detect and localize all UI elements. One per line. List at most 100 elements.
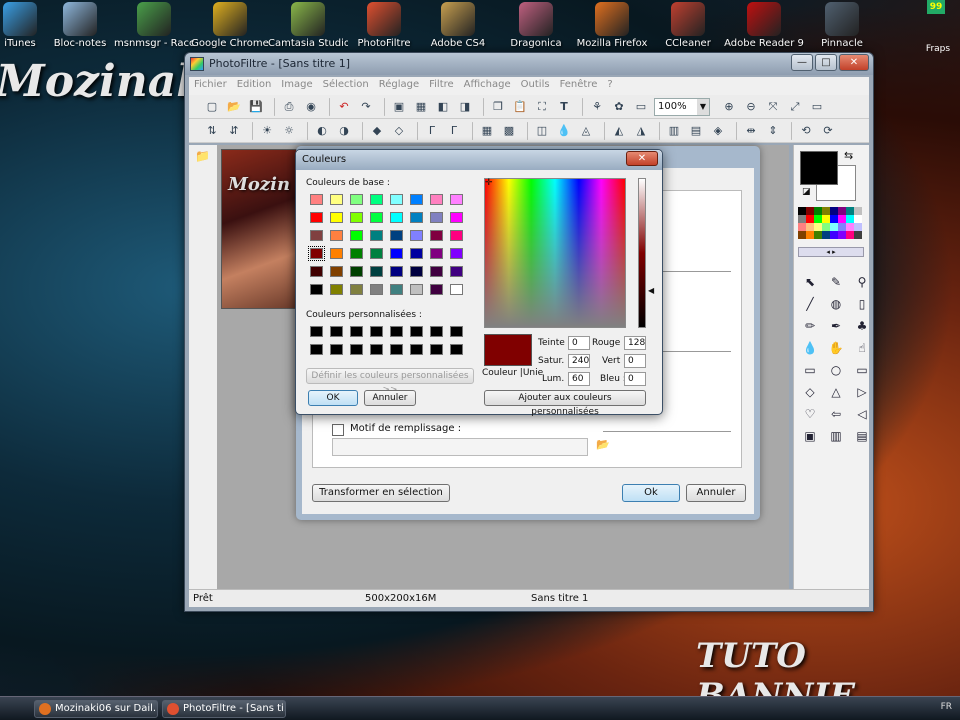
- custom-color-swatch[interactable]: [370, 344, 383, 355]
- basic-color-swatch[interactable]: [310, 230, 323, 241]
- negative-icon[interactable]: ◈: [709, 122, 727, 140]
- custom-color-swatch[interactable]: [310, 326, 323, 337]
- tool-icon[interactable]: ⚲: [852, 273, 872, 291]
- taskbar-button[interactable]: Mozinaki06 sur Dail...: [34, 700, 158, 718]
- color-spectrum[interactable]: [484, 178, 626, 328]
- basic-color-swatch[interactable]: [430, 266, 443, 277]
- palette-swatch[interactable]: [830, 223, 838, 231]
- palette-swatch[interactable]: [806, 231, 814, 239]
- menu-item[interactable]: Affichage: [459, 77, 516, 92]
- actual-size-icon[interactable]: ⤢: [786, 98, 804, 116]
- tool-icon[interactable]: ◍: [826, 295, 846, 313]
- red-input[interactable]: 128: [624, 336, 646, 350]
- basic-color-swatch[interactable]: [390, 266, 403, 277]
- basic-color-swatch[interactable]: [390, 284, 403, 295]
- crop-icon[interactable]: ⛶: [533, 98, 551, 116]
- basic-color-swatch[interactable]: [370, 212, 383, 223]
- basic-color-swatch[interactable]: [410, 248, 423, 259]
- palette-swatch[interactable]: [846, 207, 854, 215]
- desktop-icon[interactable]: Google Chrome: [190, 2, 270, 49]
- redo-icon[interactable]: ↷: [357, 98, 375, 116]
- palette-swatch[interactable]: [814, 215, 822, 223]
- basic-color-swatch[interactable]: [370, 266, 383, 277]
- tree-icon[interactable]: ⚘: [588, 98, 606, 116]
- transform-selection-button[interactable]: Transformer en sélection: [312, 484, 450, 502]
- custom-color-swatch[interactable]: [390, 326, 403, 337]
- motif-path-field[interactable]: [332, 438, 588, 456]
- palette-swatch[interactable]: [822, 207, 830, 215]
- palette-swatch[interactable]: [814, 207, 822, 215]
- basic-color-swatch[interactable]: [430, 212, 443, 223]
- basic-color-swatch[interactable]: [330, 230, 343, 241]
- basic-color-swatch[interactable]: [450, 266, 463, 277]
- palette-swatch[interactable]: [838, 223, 846, 231]
- palette-swatch[interactable]: [838, 207, 846, 215]
- custom-color-swatch[interactable]: [370, 326, 383, 337]
- cancel-button[interactable]: Annuler: [364, 390, 416, 406]
- desktop-icon[interactable]: Dragonica: [496, 2, 576, 49]
- rotate-right-icon[interactable]: ⟳: [819, 122, 837, 140]
- palette-swatch[interactable]: [830, 231, 838, 239]
- plugin-icon[interactable]: ✿: [610, 98, 628, 116]
- tool-icon[interactable]: ▯: [852, 295, 872, 313]
- basic-color-swatch[interactable]: [330, 248, 343, 259]
- desktop-icon[interactable]: Adobe Reader 9: [724, 2, 804, 49]
- custom-color-swatch[interactable]: [410, 344, 423, 355]
- custom-color-swatch[interactable]: [410, 326, 423, 337]
- palette-swatch[interactable]: [814, 223, 822, 231]
- soften-icon[interactable]: ◮: [632, 122, 650, 140]
- palette-swatch[interactable]: [846, 231, 854, 239]
- palette-swatch[interactable]: [838, 231, 846, 239]
- open-folder-icon[interactable]: 📂: [225, 98, 243, 116]
- basic-color-swatch[interactable]: [310, 284, 323, 295]
- palette-swatch[interactable]: [798, 223, 806, 231]
- brightness-down-icon[interactable]: ☼: [280, 122, 298, 140]
- basic-color-swatch[interactable]: [450, 248, 463, 259]
- auto-contrast-icon[interactable]: ⇵: [225, 122, 243, 140]
- basic-color-swatch[interactable]: [430, 194, 443, 205]
- sharpen-icon[interactable]: ◬: [577, 122, 595, 140]
- auto-level-icon[interactable]: ⇅: [203, 122, 221, 140]
- palette-swatch[interactable]: [846, 223, 854, 231]
- close-icon[interactable]: ✕: [626, 151, 658, 166]
- custom-color-swatch[interactable]: [430, 326, 443, 337]
- custom-color-swatch[interactable]: [310, 344, 323, 355]
- window-titlebar[interactable]: PhotoFiltre - [Sans titre 1] — □ ✕: [185, 53, 873, 75]
- flip-icon[interactable]: ◨: [456, 98, 474, 116]
- tool-icon[interactable]: ▤: [852, 427, 872, 445]
- grayscale-icon[interactable]: ▦: [478, 122, 496, 140]
- tool-icon[interactable]: 💧: [800, 339, 820, 357]
- rotate-left-icon[interactable]: ⟲: [797, 122, 815, 140]
- basic-color-swatch[interactable]: [370, 248, 383, 259]
- tool-icon[interactable]: △: [826, 383, 846, 401]
- desktop-icon[interactable]: Adobe CS4: [418, 2, 498, 49]
- basic-color-swatch[interactable]: [450, 284, 463, 295]
- palette-swatch[interactable]: [798, 215, 806, 223]
- menu-item[interactable]: ?: [602, 77, 617, 92]
- custom-color-swatch[interactable]: [450, 326, 463, 337]
- custom-color-swatch[interactable]: [390, 344, 403, 355]
- tool-icon[interactable]: ▥: [826, 427, 846, 445]
- tool-icon[interactable]: ⇦: [826, 405, 846, 423]
- palette-swatch[interactable]: [806, 207, 814, 215]
- define-custom-colors-button[interactable]: Définir les couleurs personnalisées >>: [306, 368, 474, 395]
- basic-color-swatch[interactable]: [390, 194, 403, 205]
- add-custom-color-button[interactable]: Ajouter aux couleurs personnalisées: [484, 390, 646, 417]
- foreground-color-swatch[interactable]: [800, 151, 838, 185]
- custom-color-swatch[interactable]: [430, 344, 443, 355]
- sepia-icon[interactable]: ▩: [500, 122, 518, 140]
- tool-icon[interactable]: ▣: [800, 427, 820, 445]
- palette-swatch[interactable]: [854, 207, 862, 215]
- custom-color-swatch[interactable]: [330, 326, 343, 337]
- image-canvas[interactable]: Mozin: [221, 149, 299, 309]
- swap-colors-icon[interactable]: ⇆: [844, 149, 853, 162]
- palette-swatch[interactable]: [838, 215, 846, 223]
- basic-color-swatch[interactable]: [430, 230, 443, 241]
- custom-color-swatch[interactable]: [350, 326, 363, 337]
- basic-color-swatch[interactable]: [410, 266, 423, 277]
- minimize-button[interactable]: —: [791, 54, 813, 71]
- tool-icon[interactable]: ☝: [852, 339, 872, 357]
- gamma-down-icon[interactable]: Γ: [445, 122, 463, 140]
- basic-color-swatch[interactable]: [430, 284, 443, 295]
- basic-color-swatch[interactable]: [350, 230, 363, 241]
